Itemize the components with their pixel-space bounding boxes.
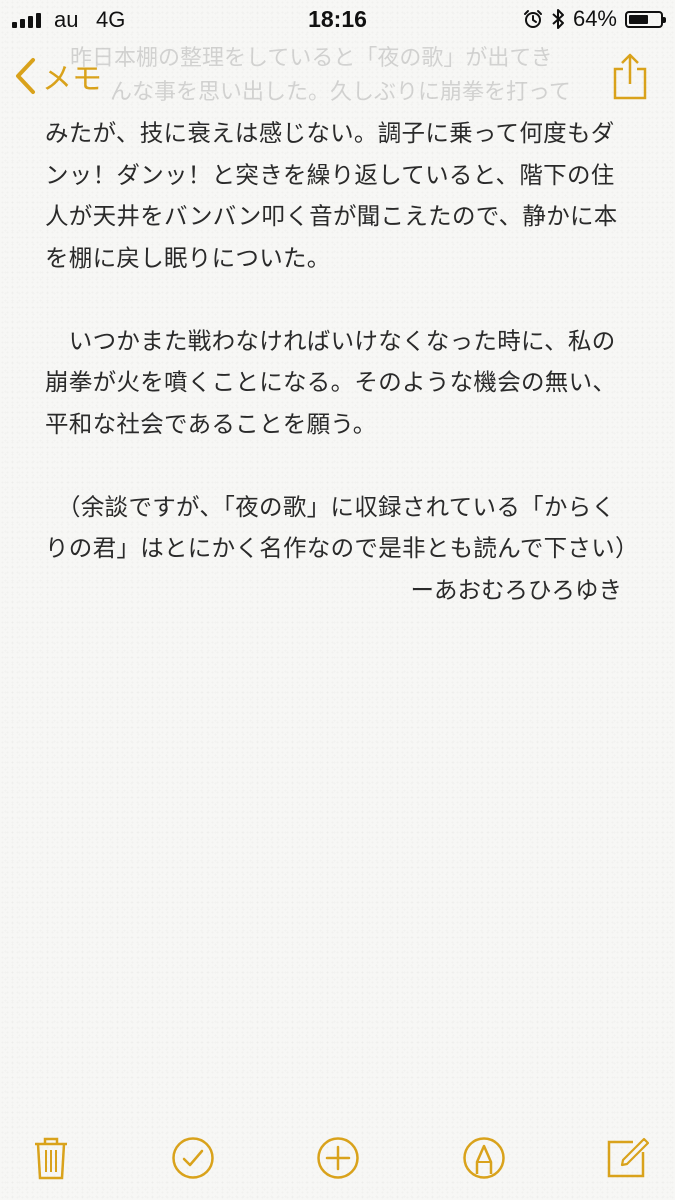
note-paragraph: いつかまた戦わなければいけなくなった時に、私の崩拳が火を噴くことになる。そのよう… xyxy=(45,326,617,438)
note-paragraph: （余談ですが、「夜の歌」に収録されている「からくりの君」はとにかく名作なので是非… xyxy=(45,492,639,563)
battery-icon xyxy=(625,10,666,28)
trash-icon xyxy=(35,1137,67,1180)
note-paragraph: みたが、技に衰えは感じない。調子に乗って何度もダンッ！ダンッ！と突きを繰り返して… xyxy=(45,119,618,272)
back-button[interactable]: メモ xyxy=(14,54,102,98)
bluetooth-icon xyxy=(552,9,564,29)
checklist-icon xyxy=(172,1137,214,1179)
note-body[interactable]: みたが、技に衰えは感じない。調子に乗って何度もダンッ！ダンッ！と突きを繰り返して… xyxy=(45,113,639,611)
compose-icon xyxy=(607,1137,649,1178)
compose-button[interactable] xyxy=(603,1134,651,1182)
alarm-icon xyxy=(523,10,542,28)
note-signature: ーあおむろひろゆき xyxy=(410,575,623,604)
share-icon xyxy=(613,53,647,100)
nav-bar: 昨日本棚の整理をしていると「夜の歌」が出てき んな事を思い出した。久しぶりに崩拳… xyxy=(0,40,675,112)
back-label: メモ xyxy=(42,63,102,96)
markup-icon xyxy=(463,1137,505,1179)
chevron-left-icon xyxy=(16,58,35,94)
status-right-group: 64% xyxy=(523,6,666,32)
delete-button[interactable] xyxy=(27,1134,75,1182)
battery-percent: 64% xyxy=(572,6,617,31)
checklist-button[interactable] xyxy=(169,1134,217,1182)
markup-button[interactable] xyxy=(460,1134,508,1182)
bottom-toolbar xyxy=(0,1110,675,1200)
share-button[interactable] xyxy=(613,52,647,104)
add-icon xyxy=(317,1137,359,1179)
scrolled-text-line: んな事を思い出した。久しぶりに崩拳を打って xyxy=(110,80,571,105)
add-button[interactable] xyxy=(314,1134,362,1182)
status-bar: au 4G 18:16 64% xyxy=(0,0,675,38)
battery-fill xyxy=(629,14,648,24)
scrolled-text-line: 昨日本棚の整理をしていると「夜の歌」が出てき xyxy=(70,46,553,71)
